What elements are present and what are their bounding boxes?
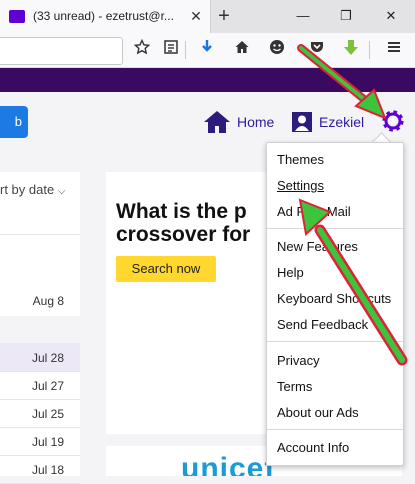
settings-gear-icon[interactable] [381,109,405,133]
menu-item-terms[interactable]: Terms [277,379,312,394]
home-link[interactable]: Home [203,110,274,134]
pocket-icon[interactable] [306,39,328,61]
menu-divider [267,429,403,430]
emoji-icon[interactable] [266,39,288,61]
message-date: Aug 8 [32,294,64,308]
url-bar[interactable] [0,37,123,65]
menu-item-themes[interactable]: Themes [277,152,324,167]
tab-close-button[interactable]: ✕ [187,6,205,26]
menu-item-send-feedback[interactable]: Send Feedback [277,317,368,332]
message-date: Jul 19 [31,435,64,449]
menu-divider [267,228,403,229]
yahoo-header-strip [0,68,415,92]
tab-bar: (33 unread) - ezetrust@r... ✕ + — ❐ ✕ [0,0,415,33]
reader-icon[interactable] [160,39,182,61]
avatar-icon [292,112,312,132]
sort-dropdown[interactable]: rt by date ⌵ [0,182,65,197]
date-group-spacer [0,316,80,344]
message-date: Jul 18 [31,463,64,477]
minimize-button[interactable]: — [290,6,316,26]
star-icon[interactable] [131,38,153,61]
message-date: Jul 28 [31,351,64,365]
message-list: rt by date ⌵ Aug 8 Jul 28 Jul 27 Jul 25 … [0,172,81,484]
menu-item-help[interactable]: Help [277,265,304,280]
menu-divider [267,341,403,342]
menu-icon[interactable] [383,39,405,61]
sort-label: rt by date [0,182,55,197]
settings-menu: Themes Settings Ad Free Mail New Feature… [266,142,404,466]
restore-button[interactable]: ❐ [333,6,359,26]
menu-item-new-features[interactable]: New Features [277,239,358,254]
toolbar-separator [185,41,186,59]
menu-item-privacy[interactable]: Privacy [277,353,320,368]
browser-toolbar [0,33,415,68]
message-date: Jul 27 [31,379,64,393]
yahoo-favicon-icon [9,10,25,23]
menu-item-ad-free-mail[interactable]: Ad Free Mail [277,204,351,219]
chevron-down-icon: ⌵ [57,186,66,197]
menu-item-account-info[interactable]: Account Info [277,440,349,455]
list-divider [0,234,80,235]
menu-item-keyboard-shortcuts[interactable]: Keyboard Shortcuts [277,291,391,306]
menu-item-about-ads[interactable]: About our Ads [277,405,359,420]
tab-title: (33 unread) - ezetrust@r... [33,9,174,23]
home-link-label: Home [237,114,275,130]
message-row[interactable]: Jul 27 [0,371,80,400]
message-row[interactable]: Jul 18 [0,455,80,484]
home-icon[interactable] [231,39,253,61]
message-date: Jul 25 [31,407,64,421]
browser-tab-active[interactable]: (33 unread) - ezetrust@r... ✕ [0,0,211,33]
profile-name: Ezekiel [319,114,365,130]
message-row[interactable]: Jul 19 [0,427,80,456]
close-window-button[interactable]: ✕ [378,6,404,26]
list-scrollbar[interactable] [80,172,94,476]
search-now-button[interactable]: Search now [116,256,216,282]
download-icon[interactable] [196,39,218,61]
menu-item-settings[interactable]: Settings [277,178,324,193]
toolbar-separator [369,41,370,59]
message-row[interactable]: Jul 25 [0,399,80,428]
extension-icon[interactable] [340,39,362,61]
message-row[interactable]: Jul 28 [0,343,80,372]
profile-link[interactable]: Ezekiel [291,110,364,134]
new-tab-button[interactable]: + [212,4,236,28]
unicef-logo: unicef [181,452,276,476]
message-row[interactable]: Aug 8 [0,286,80,317]
compose-button[interactable]: b [0,106,28,138]
home-icon [204,111,230,133]
